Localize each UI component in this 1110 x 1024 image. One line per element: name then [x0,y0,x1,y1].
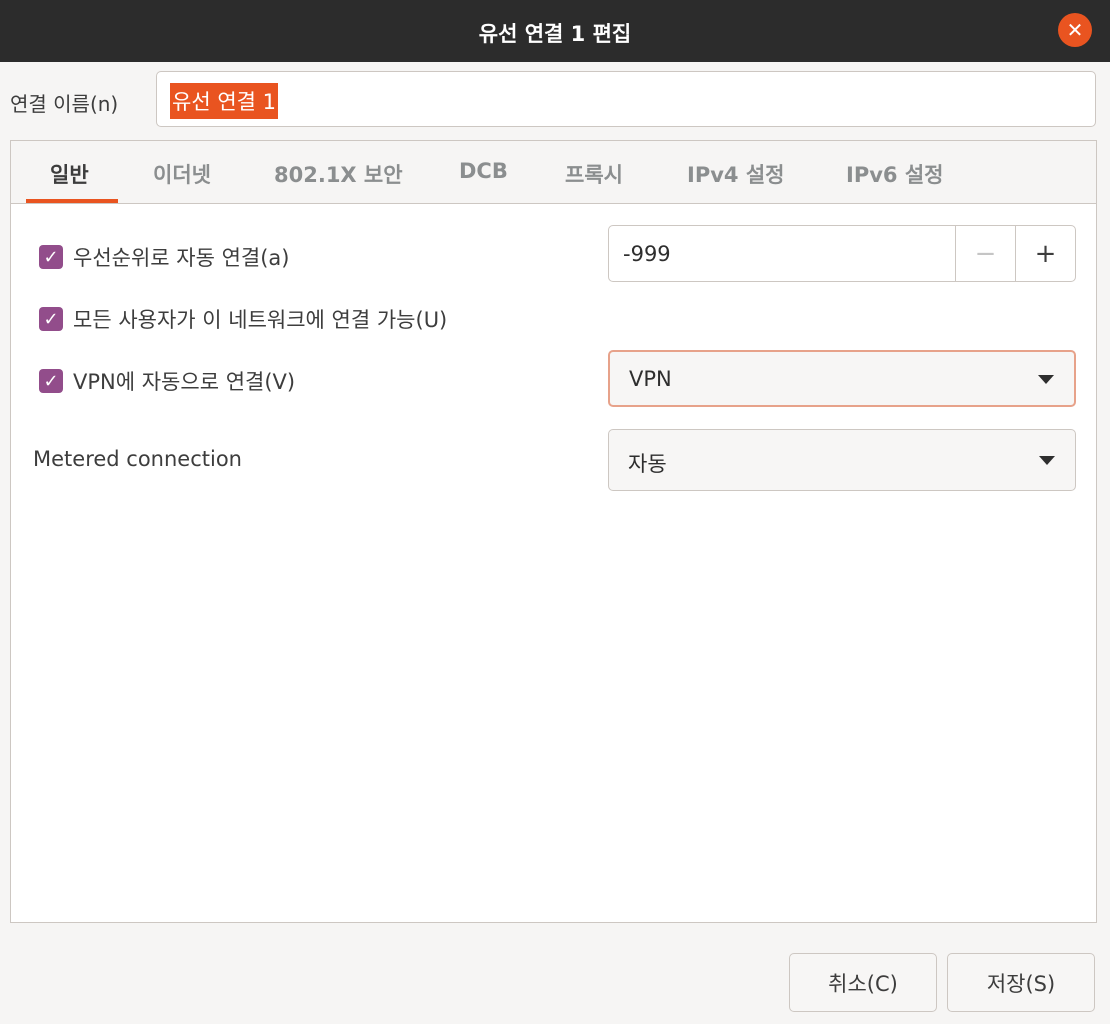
active-tab-indicator [26,199,118,203]
close-icon: ✕ [1066,18,1084,42]
metered-connection-select[interactable]: 자동 [608,429,1076,491]
auto-connect-priority-checkbox[interactable]: ✓ 우선순위로 자동 연결(a) [39,242,289,272]
priority-spinbutton[interactable]: -999 − + [608,225,1076,282]
increment-button[interactable]: + [1015,226,1075,281]
connection-name-input[interactable]: 유선 연결 1 [156,71,1096,127]
metered-select-value: 자동 [628,452,667,476]
title-bar: 유선 연결 1 편집 ✕ [0,0,1110,62]
tab-ethernet[interactable]: 이더넷 [153,159,211,189]
close-button[interactable]: ✕ [1058,13,1092,47]
metered-connection-label: Metered connection [33,447,242,471]
vpn-select[interactable]: VPN [608,350,1076,407]
save-button[interactable]: 저장(S) [947,953,1095,1012]
all-users-label: 모든 사용자가 이 네트워크에 연결 가능(U) [73,308,448,332]
decrement-button[interactable]: − [955,226,1015,281]
vpn-select-value: VPN [629,367,672,391]
tab-8021x-security[interactable]: 802.1X 보안 [274,159,403,189]
tab-proxy[interactable]: 프록시 [565,159,623,189]
check-icon: ✓ [39,307,63,331]
auto-connect-priority-label: 우선순위로 자동 연결(a) [73,246,290,270]
priority-value: -999 [623,242,671,266]
check-icon: ✓ [39,369,63,393]
settings-notebook: 일반 이더넷 802.1X 보안 DCB 프록시 IPv4 설정 IPv6 설정… [10,140,1097,923]
tab-general[interactable]: 일반 [50,159,89,189]
cancel-button[interactable]: 취소(C) [789,953,937,1012]
chevron-down-icon [1038,375,1054,384]
auto-vpn-checkbox[interactable]: ✓ VPN에 자동으로 연결(V) [39,366,295,396]
window-title: 유선 연결 1 편집 [478,22,632,46]
connection-name-label: 연결 이름(n) [10,92,119,116]
all-users-checkbox[interactable]: ✓ 모든 사용자가 이 네트워크에 연결 가능(U) [39,304,447,334]
tab-ipv4-settings[interactable]: IPv4 설정 [687,159,784,189]
edit-connection-dialog: 유선 연결 1 편집 ✕ 연결 이름(n) 유선 연결 1 일반 이더넷 802… [0,0,1110,1024]
tab-ipv6-settings[interactable]: IPv6 설정 [846,159,943,189]
auto-vpn-label: VPN에 자동으로 연결(V) [73,370,296,394]
connection-name-value: 유선 연결 1 [170,83,278,119]
tab-dcb[interactable]: DCB [459,159,508,183]
chevron-down-icon [1039,456,1055,465]
check-icon: ✓ [39,245,63,269]
tab-bar: 일반 이더넷 802.1X 보안 DCB 프록시 IPv4 설정 IPv6 설정 [11,141,1096,204]
